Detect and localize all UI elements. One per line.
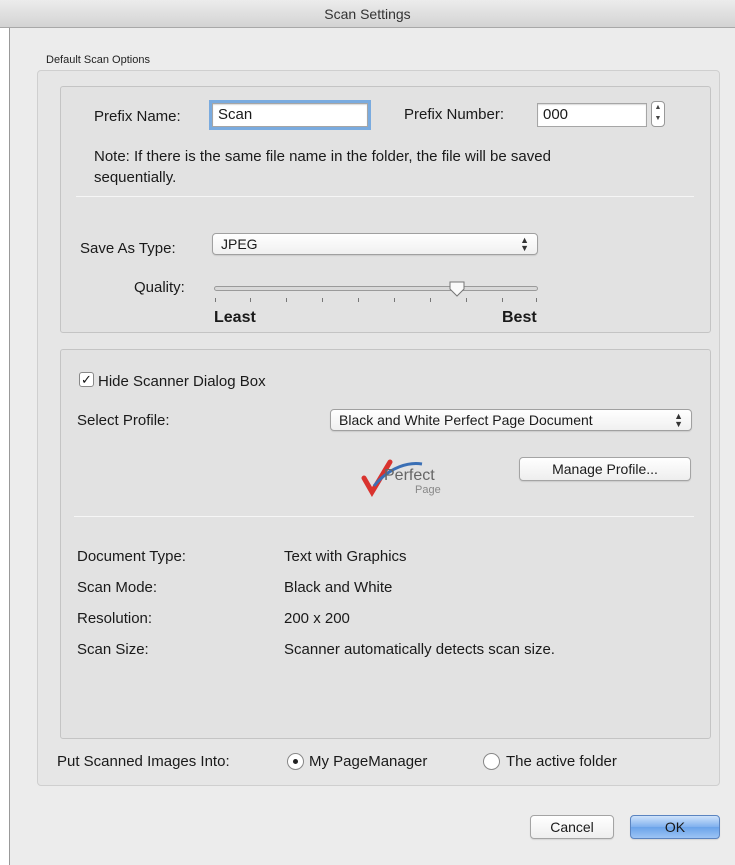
slider-tick (286, 298, 287, 302)
group-label: Default Scan Options (46, 54, 150, 66)
svg-text:Page: Page (415, 484, 441, 496)
stepper-down-icon[interactable]: ▼ (652, 113, 664, 124)
quality-label: Quality: (134, 279, 185, 296)
prefix-number-label: Prefix Number: (404, 106, 505, 123)
ok-button[interactable]: OK (630, 815, 720, 839)
radio-active-folder[interactable] (483, 753, 500, 770)
divider (74, 516, 694, 517)
slider-tick (250, 298, 251, 302)
profile-select-value: Black and White Perfect Page Document (339, 412, 593, 428)
slider-tick (536, 298, 537, 302)
save-as-type-label: Save As Type: (80, 240, 176, 257)
background-window-edge (0, 28, 10, 865)
popup-arrows-icon: ▲ ▼ (674, 411, 683, 429)
profile-panel (60, 349, 711, 739)
detail-label: Resolution: (77, 610, 153, 627)
save-as-type-value: JPEG (221, 236, 258, 252)
prefix-number-input[interactable]: 000 (537, 103, 647, 127)
slider-tick (358, 298, 359, 302)
slider-tick (466, 298, 467, 302)
svg-text:Perfect: Perfect (384, 467, 435, 484)
detail-label: Document Type: (77, 548, 186, 565)
radio-my-pagemanager-label[interactable]: My PageManager (309, 753, 427, 770)
radio-selected-dot (293, 759, 298, 764)
checkmark-icon: ✓ (81, 372, 92, 387)
quality-max-label: Best (502, 309, 537, 326)
stepper-up-icon[interactable]: ▲ (652, 102, 664, 113)
prefix-name-label: Prefix Name: (94, 108, 181, 125)
detail-value: 200 x 200 (284, 610, 350, 627)
quality-min-label: Least (214, 309, 256, 326)
detail-value: Text with Graphics (284, 548, 407, 565)
prefix-note-line2: sequentially. (94, 169, 177, 186)
cancel-button[interactable]: Cancel (530, 815, 614, 839)
window-title: Scan Settings (0, 0, 735, 28)
quality-slider[interactable] (214, 280, 540, 308)
popup-arrows-icon: ▲ ▼ (520, 235, 529, 253)
detail-label: Scan Mode: (77, 579, 158, 596)
detail-value: Black and White (284, 579, 393, 596)
hide-dialog-label[interactable]: Hide Scanner Dialog Box (98, 373, 266, 390)
destination-label: Put Scanned Images Into: (57, 753, 230, 770)
select-profile-label: Select Profile: (77, 412, 170, 429)
slider-tick (502, 298, 503, 302)
slider-tick (322, 298, 323, 302)
profile-select[interactable]: Black and White Perfect Page Document ▲ ▼ (330, 409, 692, 431)
slider-tick (215, 298, 216, 302)
hide-dialog-checkbox[interactable]: ✓ (79, 372, 94, 387)
detail-value: Scanner automatically detects scan size. (284, 641, 555, 658)
slider-tick (430, 298, 431, 302)
prefix-note: Note: If there is the same file name in … (94, 148, 551, 165)
detail-label: Scan Size: (77, 641, 149, 658)
prefix-number-stepper[interactable]: ▲ ▼ (651, 101, 665, 127)
radio-active-folder-label[interactable]: The active folder (506, 753, 617, 770)
slider-track (214, 286, 538, 291)
perfect-page-logo: Perfect Page (361, 459, 441, 497)
manage-profile-button[interactable]: Manage Profile... (519, 457, 691, 481)
divider (76, 196, 694, 197)
save-as-type-select[interactable]: JPEG ▲ ▼ (212, 233, 538, 255)
slider-tick (394, 298, 395, 302)
radio-my-pagemanager[interactable] (287, 753, 304, 770)
prefix-name-input[interactable]: Scan (209, 100, 371, 130)
slider-thumb[interactable] (448, 280, 466, 298)
